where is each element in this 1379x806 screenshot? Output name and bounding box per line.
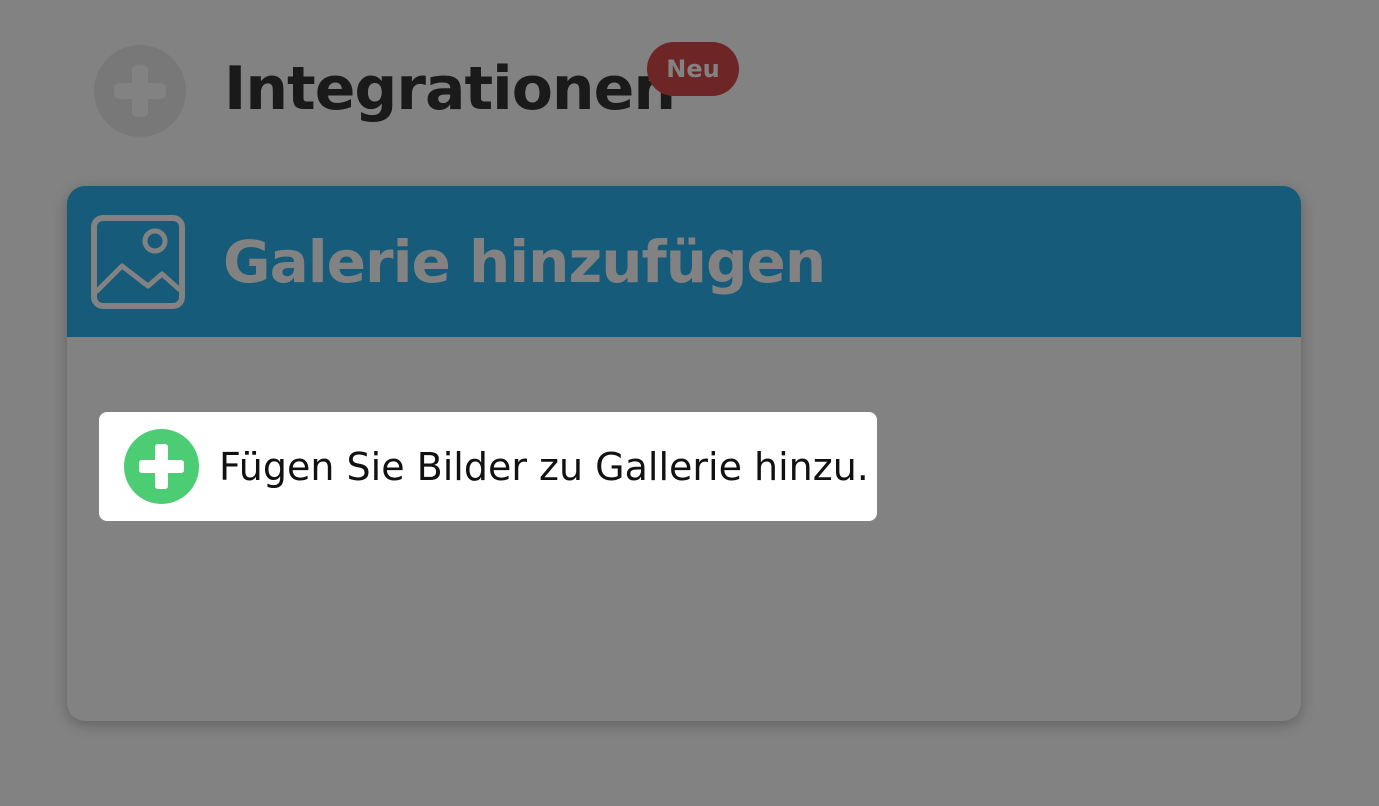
modal-overlay[interactable] [0,0,1379,806]
add-images-label: Fügen Sie Bilder zu Gallerie hinzu. [219,444,869,489]
add-images-button[interactable]: Fügen Sie Bilder zu Gallerie hinzu. [99,412,877,521]
plus-circle-icon [124,429,199,504]
